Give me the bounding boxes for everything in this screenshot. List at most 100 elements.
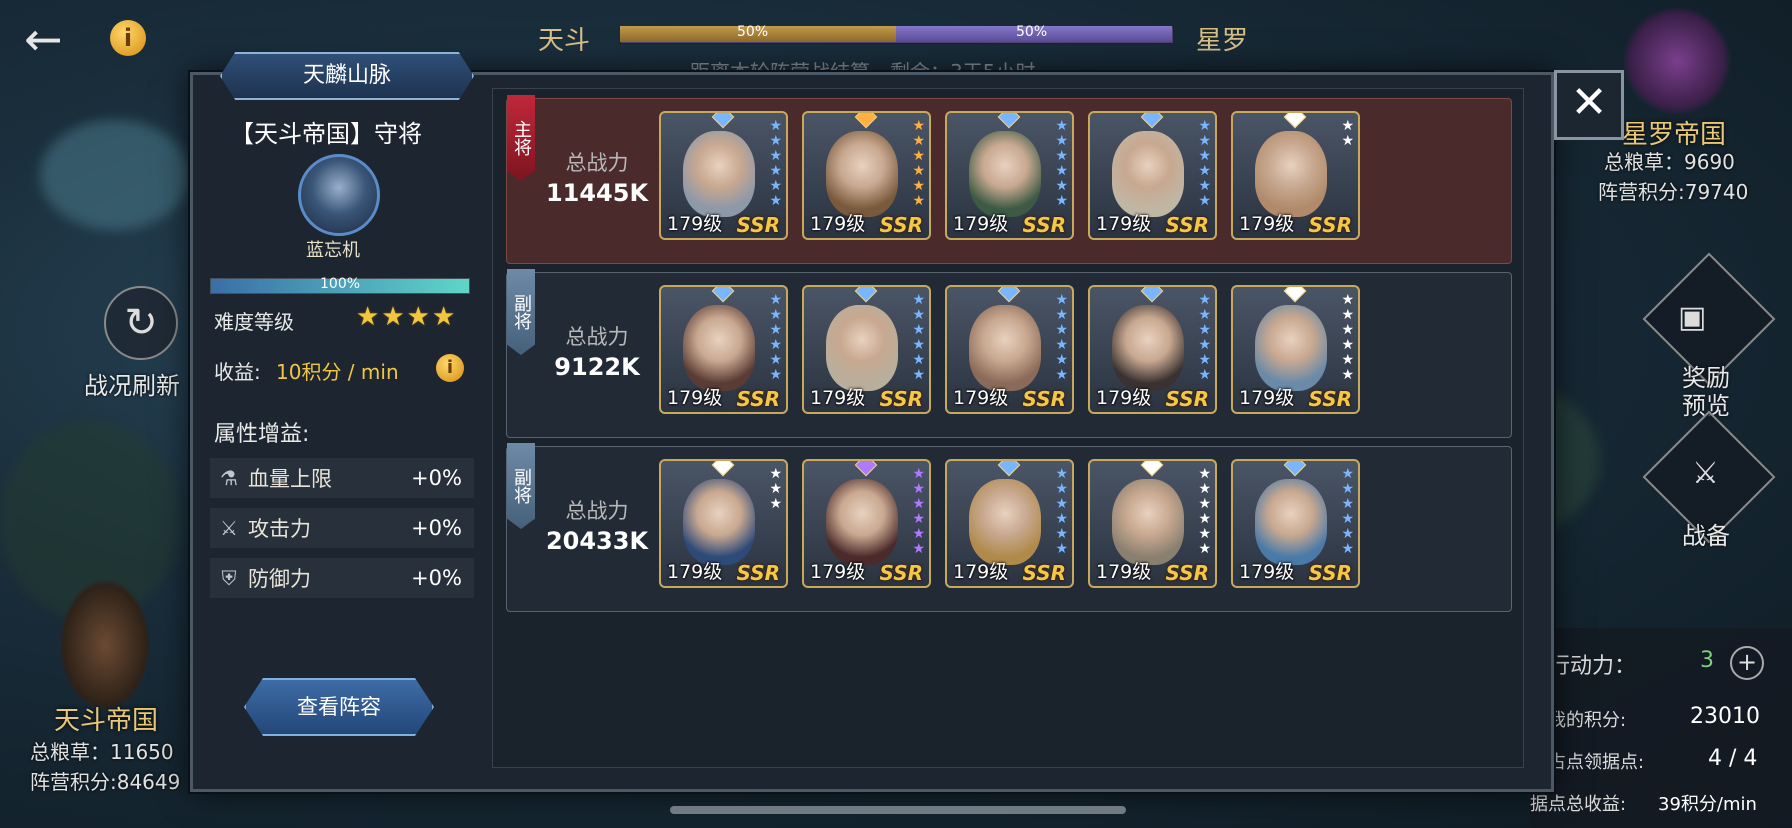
hero-gem-icon [997,461,1021,477]
hero-star-icon: ★ [769,193,782,209]
hero-card[interactable]: ★ ★ ★ ★ ★ ★ 179级 SSR [802,285,931,414]
hero-stars: ★ ★ ★ ★ ★ ★ [1198,467,1211,557]
hero-stars: ★ ★ ★ ★ ★ ★ [912,293,925,383]
close-button[interactable]: ✕ [1554,70,1624,140]
hero-star-icon: ★ [1055,178,1068,194]
add-action-icon[interactable]: + [1730,646,1764,680]
hero-card[interactable]: ★ ★ ★ ★ ★ ★ 179级 SSR [945,459,1074,588]
income-total-value: 39积分/min [1658,794,1757,815]
refresh-icon[interactable]: ↻ [104,286,178,360]
hero-star-icon: ★ [769,148,782,164]
team-row[interactable]: 主将 总战力 11445K ★ ★ ★ ★ ★ ★ 179级 SSR ★ ★ ★ ★ ★ ★ 179级 SSR ★ ★ ★… [506,95,1512,264]
attr-row: ⚔ 攻击力 +0% [210,508,474,548]
hero-star-icon: ★ [769,322,782,338]
attr-value: +0% [411,566,462,590]
hero-star-icon: ★ [1055,526,1068,542]
hero-card[interactable]: ★ ★ ★ ★ ★ ★ 179级 SSR [802,459,931,588]
hero-star-icon: ★ [912,163,925,179]
hero-star-icon: ★ [769,496,782,512]
hero-star-icon: ★ [912,307,925,323]
score-label: 我的积分: [1548,710,1627,731]
hero-star-icon: ★ [1055,352,1068,368]
hero-portrait [683,131,755,217]
hero-portrait [1255,131,1327,217]
hero-card[interactable]: ★ ★ ★ ★ ★ ★ 179级 SSR [802,111,931,240]
info-icon[interactable]: i [110,20,146,56]
hero-portrait [826,305,898,391]
hero-star-icon: ★ [1198,163,1211,179]
hero-level: 179级 [667,561,723,583]
hero-card[interactable]: ★ ★ ★ ★ ★ ★ 179级 SSR [1231,285,1360,414]
hero-portrait [969,305,1041,391]
hero-star-icon: ★ [1341,481,1354,497]
hero-card[interactable]: ★ ★ ★ ★ ★ ★ 179级 SSR [1088,459,1217,588]
hero-star-icon: ★ [1055,511,1068,527]
hero-card[interactable]: ★ ★ ★ ★ ★ ★ 179级 SSR [659,285,788,414]
income-value: 10积分 / min [276,360,399,384]
hero-stars: ★ ★ ★ [769,467,782,512]
hero-level: 179级 [810,561,866,583]
hero-star-icon: ★ [1198,352,1211,368]
hero-level: 179级 [667,213,723,235]
hero-card[interactable]: ★ ★ ★ ★ ★ ★ 179级 SSR [1088,111,1217,240]
income-info-icon[interactable]: i [436,354,464,382]
hero-card[interactable]: ★ ★ ★ ★ ★ ★ 179级 SSR [945,111,1074,240]
team-row[interactable]: 副将 总战力 9122K ★ ★ ★ ★ ★ ★ 179级 SSR ★ ★ ★ ★ ★ ★ 179级 SSR ★ ★ ★ ★… [506,269,1512,438]
hero-star-icon: ★ [1055,481,1068,497]
action-value: 3 [1700,648,1714,673]
battle-prep-label: 战备 [1682,522,1730,550]
hero-star-icon: ★ [1055,466,1068,482]
attr-label: 攻击力 [248,517,311,541]
difficulty-star-icon: ★ [406,302,430,332]
hero-gem-icon [1140,113,1164,129]
difficulty-star-icon: ★ [431,302,456,332]
hero-star-icon: ★ [912,511,925,527]
left-faction-grain: 总粮草：11650 [30,740,174,764]
attr-row: ⚗ 血量上限 +0% [210,458,474,498]
difficulty-label: 难度等级 [214,310,294,334]
hero-gem-icon [1283,287,1307,303]
hero-rarity: SSR [1165,387,1210,411]
difficulty-star-icon: ★ [356,302,380,332]
hero-star-icon: ★ [1055,496,1068,512]
sword-icon: ⚔ [220,516,238,540]
hero-star-icon: ★ [1198,526,1211,542]
back-arrow-icon[interactable]: ← [24,16,74,66]
occupy-label: 占点领据点: [1548,752,1645,773]
view-lineup-button[interactable]: 查看阵容 [244,678,434,736]
guard-avatar[interactable] [298,154,380,236]
hero-portrait [1112,131,1184,217]
team-role-ribbon: 副将 [507,269,535,355]
hero-star-icon: ★ [912,526,925,542]
team-row[interactable]: 副将 总战力 20433K ★ ★ ★ 179级 SSR ★ ★ ★ ★ ★ ★ 179级 SSR ★ ★ ★ ★ ★ ★… [506,443,1512,612]
hero-card[interactable]: ★ ★ ★ ★ ★ ★ 179级 SSR [1231,459,1360,588]
right-faction-grain: 总粮草：9690 [1604,150,1735,174]
team-power-value: 9122K [554,353,640,381]
hero-star-icon: ★ [912,148,925,164]
difficulty-star-icon: ★ [381,302,405,332]
hero-star-icon: ★ [1198,148,1211,164]
hero-star-icon: ★ [1198,307,1211,323]
hero-star-icon: ★ [1341,337,1354,353]
view-lineup-label: 查看阵容 [297,695,381,719]
hero-gem-icon [1140,461,1164,477]
hero-card[interactable]: ★ ★ ★ 179级 SSR [659,459,788,588]
hero-portrait [683,305,755,391]
hero-stars: ★ ★ ★ ★ ★ ★ [1055,293,1068,383]
hero-stars: ★ ★ ★ ★ ★ ★ [912,467,925,557]
hero-star-icon: ★ [1198,367,1211,383]
attr-value: +0% [411,466,462,490]
hero-card[interactable]: ★ ★ 179级 SSR [1231,111,1360,240]
hero-level: 179级 [1239,213,1295,235]
hero-portrait [1255,305,1327,391]
hero-star-icon: ★ [1055,148,1068,164]
hero-card[interactable]: ★ ★ ★ ★ ★ ★ 179级 SSR [659,111,788,240]
hero-card[interactable]: ★ ★ ★ ★ ★ ★ 179级 SSR [945,285,1074,414]
hero-level: 179级 [1096,561,1152,583]
left-faction-name: 天斗帝国 [54,706,159,736]
action-label: 行动力： [1548,654,1637,679]
hero-card[interactable]: ★ ★ ★ ★ ★ ★ 179级 SSR [1088,285,1217,414]
hero-stars: ★ ★ ★ ★ ★ ★ [1198,119,1211,209]
hero-star-icon: ★ [912,367,925,383]
hero-level: 179级 [1239,387,1295,409]
